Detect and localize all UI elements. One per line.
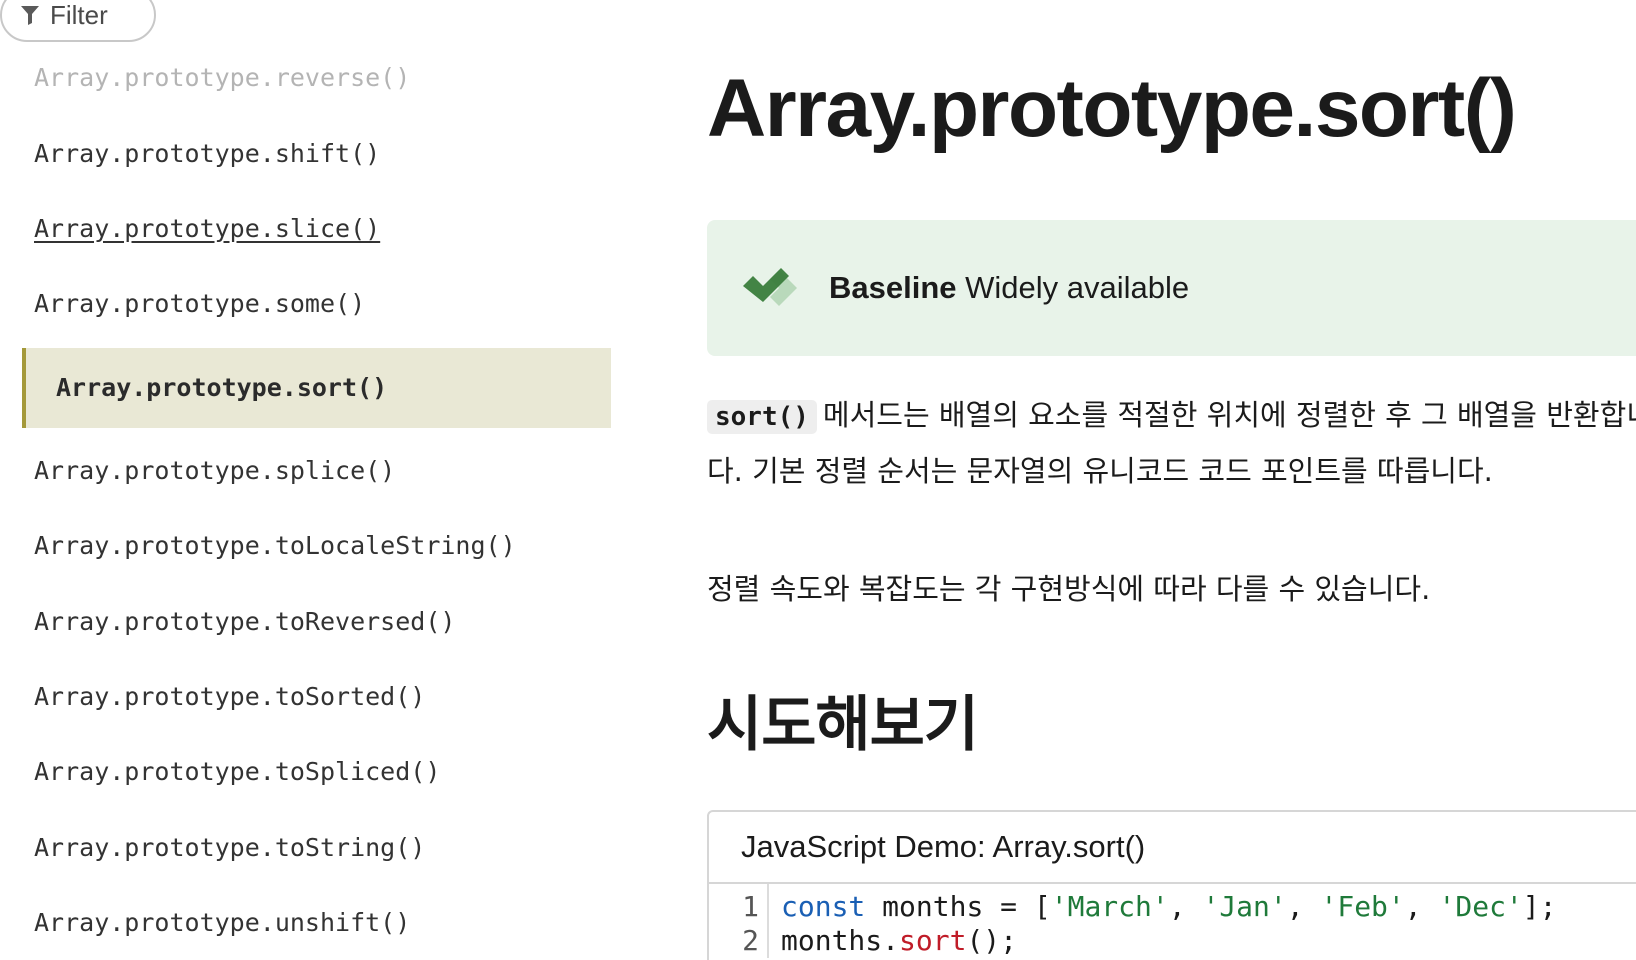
sidebar-item-splice[interactable]: Array.prototype.splice() [34, 456, 395, 486]
main-content: Array.prototype.sort() Baseline Widely a… [707, 0, 1636, 960]
baseline-check-icon [739, 264, 811, 313]
code-string: 'Jan' [1202, 890, 1287, 923]
filter-button[interactable]: Filter [0, 0, 156, 42]
code-lines: const months = ['March', 'Jan', 'Feb', '… [769, 884, 1557, 958]
baseline-label: Baseline [829, 270, 957, 305]
line-number-gutter: 12 [709, 884, 769, 958]
filter-icon [20, 4, 40, 26]
filter-label: Filter [50, 0, 108, 30]
description-line-2: 다. 기본 정렬 순서는 문자열의 유니코드 코드 포인트를 따릅니다. [707, 454, 1493, 488]
sidebar-item-unshift[interactable]: Array.prototype.unshift() [34, 908, 410, 938]
code-string: 'Feb' [1320, 890, 1405, 923]
code-string: 'March' [1050, 890, 1169, 923]
baseline-status: Widely available [965, 270, 1190, 305]
code-keyword: const [781, 890, 866, 923]
sidebar-item-some[interactable]: Array.prototype.some() [34, 289, 365, 319]
line-number: 1 [742, 890, 759, 923]
code-line-2: months.sort(); [781, 924, 1557, 958]
code-text: months. [781, 924, 900, 957]
demo-title: JavaScript Demo: Array.sort() [709, 812, 1636, 884]
line-number: 2 [742, 924, 759, 957]
code-sep: , [1404, 890, 1439, 923]
sidebar-item-tostring[interactable]: Array.prototype.toString() [34, 833, 425, 863]
baseline-text: Baseline Widely available [829, 270, 1189, 306]
code-text: months = [ [865, 890, 1051, 923]
performance-note: 정렬 속도와 복잡도는 각 구현방식에 따라 다를 수 있습니다. [707, 572, 1431, 606]
description-line-1: sort() 메서드는 배열의 요소를 적절한 위치에 정렬한 후 그 배열을 반… [707, 392, 1636, 434]
code-editor[interactable]: 12 const months = ['March', 'Jan', 'Feb'… [709, 884, 1636, 958]
interactive-demo[interactable]: JavaScript Demo: Array.sort() 12 const m… [707, 810, 1636, 960]
code-string: 'Dec' [1438, 890, 1523, 923]
code-line-1: const months = ['March', 'Jan', 'Feb', '… [781, 890, 1557, 924]
sidebar-item-sort-active[interactable]: Array.prototype.sort() [22, 348, 611, 428]
sidebar-item-toreversed[interactable]: Array.prototype.toReversed() [34, 607, 455, 637]
code-text: ]; [1522, 890, 1557, 923]
page-title: Array.prototype.sort() [707, 63, 1517, 154]
sidebar: Filter Array.prototype.reverse() Array.p… [0, 0, 640, 960]
inline-code-sort: sort() [707, 400, 817, 434]
code-sep: , [1168, 890, 1203, 923]
baseline-banner[interactable]: Baseline Widely available [707, 220, 1636, 356]
code-function: sort [899, 924, 967, 957]
sidebar-item-shift[interactable]: Array.prototype.shift() [34, 139, 380, 169]
sidebar-item-reverse[interactable]: Array.prototype.reverse() [34, 63, 410, 93]
sidebar-item-tolocalestring[interactable]: Array.prototype.toLocaleString() [34, 531, 516, 561]
sidebar-item-slice[interactable]: Array.prototype.slice() [34, 214, 380, 244]
page: Filter Array.prototype.reverse() Array.p… [0, 0, 1636, 960]
description-text-1: 메서드는 배열의 요소를 적절한 위치에 정렬한 후 그 배열을 반환합니 [822, 398, 1636, 432]
sidebar-item-tosorted[interactable]: Array.prototype.toSorted() [34, 682, 425, 712]
sidebar-item-tospliced[interactable]: Array.prototype.toSpliced() [34, 757, 440, 787]
section-heading-try-it: 시도해보기 [707, 690, 979, 760]
code-text: (); [966, 924, 1018, 957]
code-sep: , [1286, 890, 1321, 923]
